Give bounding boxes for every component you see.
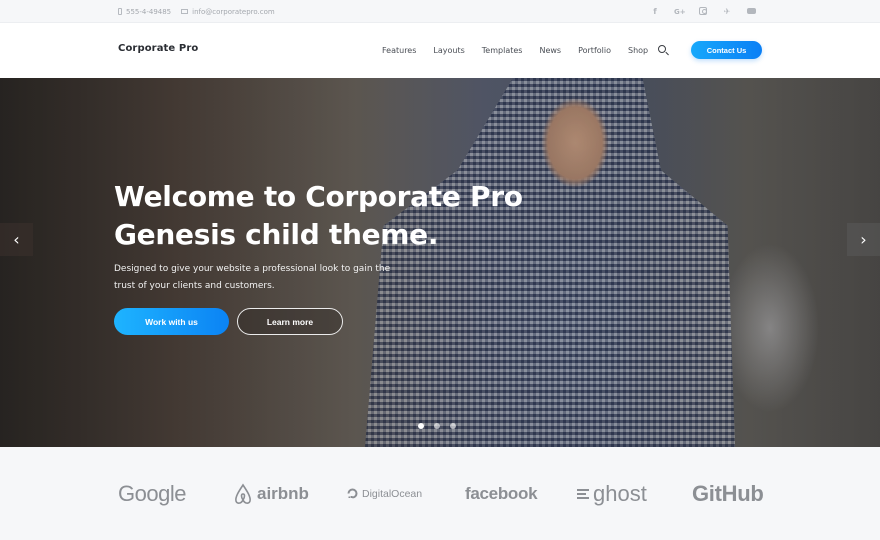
site-header: Corporate Pro Features Layouts Templates… [0,23,880,78]
logo-google-text: Google [118,480,186,506]
nav-news[interactable]: News [539,46,561,55]
search-icon[interactable] [658,45,669,56]
nav-shop[interactable]: Shop [628,46,648,55]
mail-icon [181,9,189,14]
learn-more-button[interactable]: Learn more [237,308,343,335]
phone-item[interactable]: 555-4-49485 [118,8,171,16]
logo-facebook-text: facebook [465,483,538,503]
nav-portfolio[interactable]: Portfolio [578,46,611,55]
slide-dot-2[interactable] [434,423,440,429]
prev-slide-button[interactable]: ‹ [0,223,33,256]
slide-dot-1[interactable] [418,423,424,429]
top-bar: 555-4-49485 info@corporatepro.com f G+ ✈ [0,0,880,23]
work-with-us-button[interactable]: Work with us [114,308,229,335]
ghost-icon [577,488,589,499]
contact-us-button[interactable]: Contact Us [691,41,762,59]
contact-info: 555-4-49485 info@corporatepro.com [118,0,275,23]
slide-indicators [418,423,456,429]
hero-description: Designed to give your website a professi… [114,264,391,291]
phone-number[interactable]: 555-4-49485 [126,8,171,16]
logo-ghost: ghost [577,447,647,540]
logo-airbnb-text: airbnb [257,483,309,503]
logo-github: GitHub [692,447,764,540]
client-logos: Google airbnb DigitalOcean facebook ghos… [0,447,880,540]
slide-dot-3[interactable] [450,423,456,429]
social-links: f G+ ✈ [650,0,756,23]
logo-github-text: GitHub [692,480,764,506]
facebook-icon[interactable]: f [650,7,660,16]
twitter-icon[interactable]: ✈ [722,7,732,16]
main-nav: Features Layouts Templates News Portfoli… [382,23,665,78]
nav-layouts[interactable]: Layouts [433,46,464,55]
logo-facebook: facebook [465,447,538,540]
next-slide-button[interactable]: › [847,223,880,256]
phone-icon [118,8,122,15]
hero-title-line-1: Welcome to Corporate Pro [114,180,523,213]
chevron-left-icon: ‹ [13,230,20,249]
digitalocean-icon [347,488,358,499]
nav-features[interactable]: Features [382,46,416,55]
email-item[interactable]: info@corporatepro.com [181,8,275,16]
youtube-icon[interactable] [746,7,756,16]
nav-templates[interactable]: Templates [482,46,523,55]
logo-digitalocean: DigitalOcean [347,447,422,540]
logo-digitalocean-text: DigitalOcean [362,487,423,500]
instagram-icon[interactable] [698,6,708,17]
airbnb-icon [235,483,251,504]
site-logo[interactable]: Corporate Pro [118,43,198,54]
logo-google: Google [118,447,186,540]
hero-title: Welcome to Corporate Pro Genesis child t… [114,178,534,254]
chevron-right-icon: › [860,230,867,249]
google-plus-icon[interactable]: G+ [674,8,686,16]
logo-ghost-text: ghost [593,480,647,506]
hero-title-line-2: Genesis child theme. [114,218,439,251]
email-address[interactable]: info@corporatepro.com [192,8,275,16]
hero-slider: Welcome to Corporate Pro Genesis child t… [0,78,880,447]
logo-airbnb: airbnb [233,447,309,540]
